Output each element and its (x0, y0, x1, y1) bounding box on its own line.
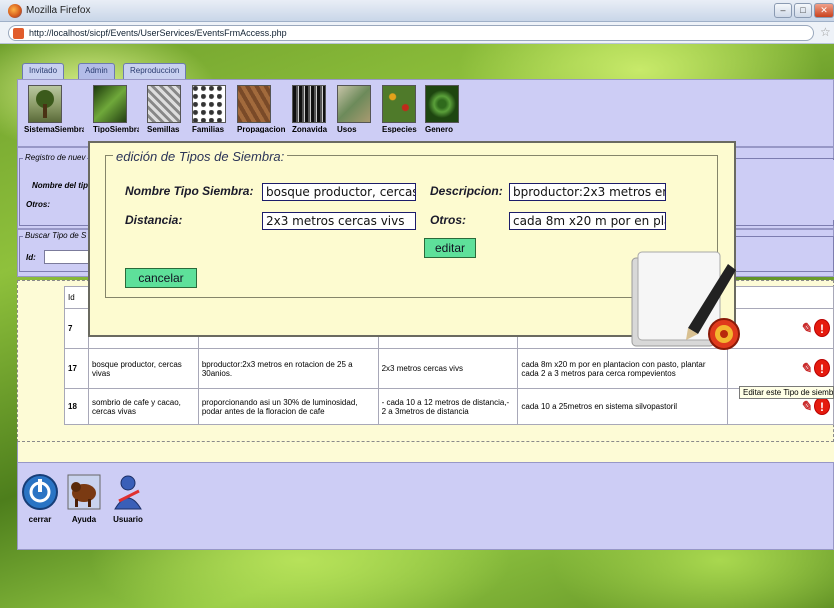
row-name: sombrio de cafe y cacao, cercas vivas (87, 388, 199, 425)
delete-icon[interactable]: ! (814, 397, 830, 415)
tool-semillas[interactable]: Semillas (147, 85, 187, 133)
edit-document-icon (631, 251, 740, 350)
row-distance: 2x3 metros cercas vivs (377, 348, 519, 389)
row-actions: ✎ ! (727, 348, 834, 389)
distance-label: Distancia: (125, 213, 183, 227)
tool-familias[interactable]: Familias (192, 85, 232, 133)
register-name-label: Nombre del tipo (32, 181, 93, 190)
url-field[interactable]: http://localhost/sicpf/Events/UserServic… (8, 25, 814, 41)
description-input[interactable]: bproductor:2x3 metros en (509, 183, 666, 201)
cancel-button[interactable]: cancelar (125, 268, 197, 288)
tool-label: Especies (382, 125, 417, 133)
tool-tipo-siembra[interactable]: TipoSiembra (93, 85, 139, 133)
help-button[interactable]: Ayuda (64, 471, 104, 524)
spacer-band (17, 442, 834, 462)
tool-label: SistemaSiembra (24, 125, 84, 133)
close-window-button[interactable]: ✕ (814, 3, 834, 18)
user-button[interactable]: Usuario (108, 471, 148, 524)
dialog-title: edición de Tipos de Siembra: (113, 149, 288, 164)
tool-label: Genero (425, 125, 454, 133)
row-description: proporcionando asi un 30% de luminosidad… (197, 388, 379, 425)
close-app-button[interactable]: cerrar (20, 471, 60, 524)
window-title: Mozilla Firefox (26, 5, 91, 16)
tree-icon (28, 85, 62, 123)
tool-label: Zonavida (292, 125, 328, 133)
tab-admin[interactable]: Admin (78, 63, 115, 79)
row-distance: - cada 10 a 12 metros de distancia,- 2 a… (377, 388, 519, 425)
edit-icon[interactable]: ✎ (796, 320, 812, 338)
distance-input[interactable]: 2x3 metros cercas vivs (262, 212, 416, 230)
row-id: 7 (64, 308, 89, 349)
plant-icon (93, 85, 127, 123)
row-others: cada 8m x20 m por en plantacion con past… (517, 348, 729, 389)
minimize-button[interactable]: – (774, 3, 792, 18)
help-label: Ayuda (71, 515, 97, 524)
maximize-button[interactable]: □ (794, 3, 812, 18)
tool-label: Propagacion (237, 125, 285, 133)
delete-icon[interactable]: ! (814, 319, 830, 337)
bookmark-star-icon[interactable]: ☆ (820, 25, 831, 39)
species-icon (382, 85, 416, 123)
family-icon (192, 85, 226, 123)
row-id: 18 (64, 388, 89, 425)
edit-tooltip: Editar este Tipo de siembra (739, 386, 834, 399)
register-right-area (740, 160, 834, 220)
tool-propagacion[interactable]: Propagacion (237, 85, 285, 133)
search-legend: Buscar Tipo de S (23, 231, 89, 240)
tool-zonavida[interactable]: Zonavida (292, 85, 334, 133)
row-id: 17 (64, 348, 89, 389)
power-icon (22, 474, 58, 510)
search-id-input[interactable] (44, 250, 90, 264)
tool-especies[interactable]: Especies (382, 85, 422, 133)
genus-icon (425, 85, 459, 123)
others-label: Otros: (430, 213, 466, 227)
edit-icon[interactable]: ✎ (796, 398, 812, 416)
address-bar: http://localhost/sicpf/Events/UserServic… (0, 22, 834, 44)
table-row: 18 sombrio de cafe y cacao, cercas vivas… (64, 388, 834, 425)
forest-icon (292, 85, 326, 123)
tool-label: Familias (192, 125, 225, 133)
user-label: Usuario (113, 515, 143, 524)
tool-label: TipoSiembra (93, 125, 139, 133)
others-input[interactable]: cada 8m x20 m por en pla (509, 212, 666, 230)
seeds-icon (147, 85, 181, 123)
register-legend: Registro de nuev (23, 153, 88, 162)
tool-sistema-siembra[interactable]: SistemaSiembra (24, 85, 84, 133)
tab-invitado[interactable]: Invitado (22, 63, 65, 79)
tool-label: Usos (337, 125, 357, 133)
url-text: http://localhost/sicpf/Events/UserServic… (29, 28, 287, 38)
tool-genero[interactable]: Genero (425, 85, 465, 133)
header-id: Id (64, 286, 89, 309)
browser-titlebar: Mozilla Firefox – □ ✕ (0, 0, 834, 22)
description-label: Descripcion: (430, 184, 503, 198)
search-id-label: Id: (26, 253, 36, 262)
help-bull-icon (67, 474, 101, 510)
delete-icon[interactable]: ! (814, 359, 830, 377)
site-icon (13, 28, 24, 39)
tool-label: Semillas (147, 125, 180, 133)
uses-icon (337, 85, 371, 123)
edit-icon[interactable]: ✎ (796, 360, 812, 378)
table-row: 17 bosque productor, cercas vivas bprodu… (64, 348, 834, 389)
name-label: Nombre Tipo Siembra: (125, 184, 254, 198)
user-icon (114, 475, 142, 510)
register-others-label: Otros: (26, 200, 50, 209)
firefox-logo-icon (8, 4, 22, 18)
close-app-label: cerrar (28, 515, 52, 524)
tab-reproduccion[interactable]: Reproduccion (123, 63, 187, 79)
row-others: cada 10 a 25metros en sistema silvopasto… (517, 388, 729, 425)
edit-button[interactable]: editar (424, 238, 476, 258)
row-name: bosque productor, cercas vivas (87, 348, 199, 389)
row-description: bproductor:2x3 metros en rotacion de 25 … (197, 348, 379, 389)
tool-usos[interactable]: Usos (337, 85, 377, 133)
name-input[interactable]: bosque productor, cercas (262, 183, 416, 201)
propagation-icon (237, 85, 271, 123)
